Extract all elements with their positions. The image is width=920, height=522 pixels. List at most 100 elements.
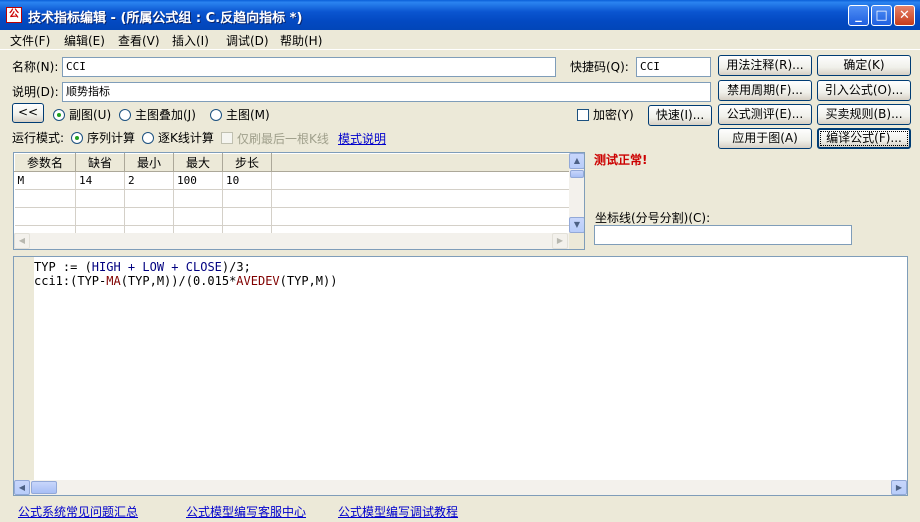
quick-button[interactable]: 快速(I)... xyxy=(648,105,712,126)
radio-mode-sequence[interactable] xyxy=(71,132,83,144)
footer-link-tutorial[interactable]: 公式模型编写调试教程 xyxy=(338,503,458,520)
code-token: (TYP,M)) xyxy=(279,274,338,288)
code-token: (TYP,M))/(0.015* xyxy=(120,274,237,288)
footer-link-support[interactable]: 公式模型编写客服中心 xyxy=(186,503,306,520)
radio-sub-chart[interactable] xyxy=(53,109,65,121)
editor-hscroll-thumb[interactable] xyxy=(31,481,57,494)
radio-main-chart[interactable] xyxy=(210,109,222,121)
param-cell[interactable]: 10 xyxy=(222,171,272,190)
code-token: LOW xyxy=(142,260,165,274)
menu-file[interactable]: 文件(F) xyxy=(10,33,50,49)
params-header-min[interactable]: 最小 xyxy=(124,153,174,172)
minimize-icon: _ xyxy=(855,8,862,23)
formula-eval-button[interactable]: 公式测评(E)... xyxy=(718,104,812,125)
shortcut-input[interactable]: CCI xyxy=(636,57,711,77)
menu-help[interactable]: 帮助(H) xyxy=(280,33,322,49)
editor-hscroll[interactable] xyxy=(14,480,907,495)
menu-view[interactable]: 查看(V) xyxy=(118,33,160,49)
params-header-default[interactable]: 缺省 xyxy=(75,153,125,172)
trade-rules-button[interactable]: 买卖规则(B)... xyxy=(817,104,911,125)
shortcut-label: 快捷码(Q): xyxy=(570,60,629,74)
code-token: CLOSE xyxy=(185,260,222,274)
code-token: + xyxy=(164,260,186,274)
close-icon: ✕ xyxy=(899,8,910,23)
params-hscroll[interactable] xyxy=(14,233,584,249)
params-vscroll-thumb[interactable] xyxy=(570,170,584,178)
maximize-icon: □ xyxy=(875,8,888,23)
radio-mode-sequence-label[interactable]: 序列计算 xyxy=(87,130,135,146)
apply-chart-button[interactable]: 应用于图(A) xyxy=(718,128,812,149)
code-token: AVEDEV xyxy=(236,274,280,288)
compile-formula-button[interactable]: 编译公式(F)... xyxy=(817,128,911,149)
params-header-step[interactable]: 步长 xyxy=(222,153,272,172)
name-input[interactable]: CCI xyxy=(62,57,556,77)
editor-scroll-left-icon[interactable]: ◀ xyxy=(14,480,30,495)
params-scroll-up-icon[interactable]: ▲ xyxy=(569,153,584,169)
param-cell[interactable] xyxy=(124,207,174,226)
code-editor[interactable]: TYP := (HIGH + LOW + CLOSE)/3; cci1:(TYP… xyxy=(13,256,908,496)
radio-main-overlay-label[interactable]: 主图叠加(J) xyxy=(135,107,196,123)
minimize-button[interactable]: _ xyxy=(848,5,869,26)
menu-edit[interactable]: 编辑(E) xyxy=(64,33,105,49)
param-cell[interactable] xyxy=(173,207,223,226)
import-formula-button[interactable]: 引入公式(O)... xyxy=(817,80,911,101)
description-label: 说明(D): xyxy=(12,85,59,99)
disable-period-button[interactable]: 禁用周期(F)... xyxy=(718,80,812,101)
usage-note-button[interactable]: 用法注释(R)... xyxy=(718,55,812,76)
table-row[interactable]: M 14 2 100 10 xyxy=(14,171,571,190)
collapse-button[interactable]: << xyxy=(12,103,44,123)
table-row[interactable] xyxy=(14,189,571,208)
name-label: 名称(N): xyxy=(12,60,59,74)
code-token: MA xyxy=(106,274,121,288)
encrypt-label[interactable]: 加密(Y) xyxy=(593,107,634,123)
param-cell[interactable] xyxy=(75,207,125,226)
close-button[interactable]: ✕ xyxy=(894,5,915,26)
menu-debug[interactable]: 调试(D) xyxy=(226,33,269,49)
menu-insert[interactable]: 插入(I) xyxy=(172,33,209,49)
encrypt-checkbox[interactable] xyxy=(577,109,589,121)
params-table[interactable]: 参数名 缺省 最小 最大 步长 M 14 2 100 10 ▲ ▼ ◀ ▶ xyxy=(13,152,585,250)
only-last-label: 仅刷最后一根K线 xyxy=(237,132,329,146)
param-cell[interactable]: 100 xyxy=(173,171,223,190)
code-token: cci1:(TYP- xyxy=(34,274,107,288)
params-scroll-left-icon[interactable]: ◀ xyxy=(14,233,30,249)
param-cell[interactable]: 14 xyxy=(75,171,125,190)
radio-mode-kline-label[interactable]: 逐K线计算 xyxy=(158,130,214,146)
params-scroll-corner xyxy=(569,233,584,249)
mode-help-link[interactable]: 模式说明 xyxy=(338,130,386,147)
app-icon[interactable]: 公 xyxy=(6,7,22,23)
param-cell[interactable]: 2 xyxy=(124,171,174,190)
param-cell[interactable] xyxy=(222,189,272,208)
param-cell[interactable] xyxy=(75,189,125,208)
params-scroll-down-icon[interactable]: ▼ xyxy=(569,217,584,233)
description-input[interactable]: 顺势指标 xyxy=(62,82,711,102)
run-mode-label: 运行模式: xyxy=(12,131,65,145)
radio-sub-chart-label[interactable]: 副图(U) xyxy=(69,107,111,123)
code-token: + xyxy=(120,260,143,274)
param-cell-filler xyxy=(271,207,571,226)
code-line-2[interactable]: cci1:(TYP-MA(TYP,M))/(0.015*AVEDEV(TYP,M… xyxy=(34,274,337,288)
params-header-max[interactable]: 最大 xyxy=(173,153,223,172)
param-cell[interactable] xyxy=(173,189,223,208)
radio-mode-kline[interactable] xyxy=(142,132,154,144)
param-cell[interactable] xyxy=(124,189,174,208)
params-header-filler xyxy=(271,153,571,172)
params-header-row: 参数名 缺省 最小 最大 步长 xyxy=(14,153,571,172)
code-line-1[interactable]: TYP := (HIGH + LOW + CLOSE)/3; xyxy=(34,260,251,274)
params-header-name[interactable]: 参数名 xyxy=(14,153,76,172)
table-row[interactable] xyxy=(14,207,571,226)
editor-scroll-right-icon[interactable]: ▶ xyxy=(891,480,907,495)
maximize-button[interactable]: □ xyxy=(871,5,892,26)
radio-main-overlay[interactable] xyxy=(119,109,131,121)
param-cell[interactable]: M xyxy=(14,171,76,190)
radio-main-chart-label[interactable]: 主图(M) xyxy=(226,107,270,123)
ok-button[interactable]: 确定(K) xyxy=(817,55,911,76)
param-cell[interactable] xyxy=(222,207,272,226)
params-scroll-right-icon[interactable]: ▶ xyxy=(552,233,568,249)
axis-input[interactable] xyxy=(594,225,852,245)
param-cell[interactable] xyxy=(14,189,76,208)
param-cell[interactable] xyxy=(14,207,76,226)
footer-link-faq[interactable]: 公式系统常见问题汇总 xyxy=(18,503,138,520)
compile-formula-label: 编译公式(F)... xyxy=(820,131,908,146)
code-token: )/3; xyxy=(221,260,251,274)
